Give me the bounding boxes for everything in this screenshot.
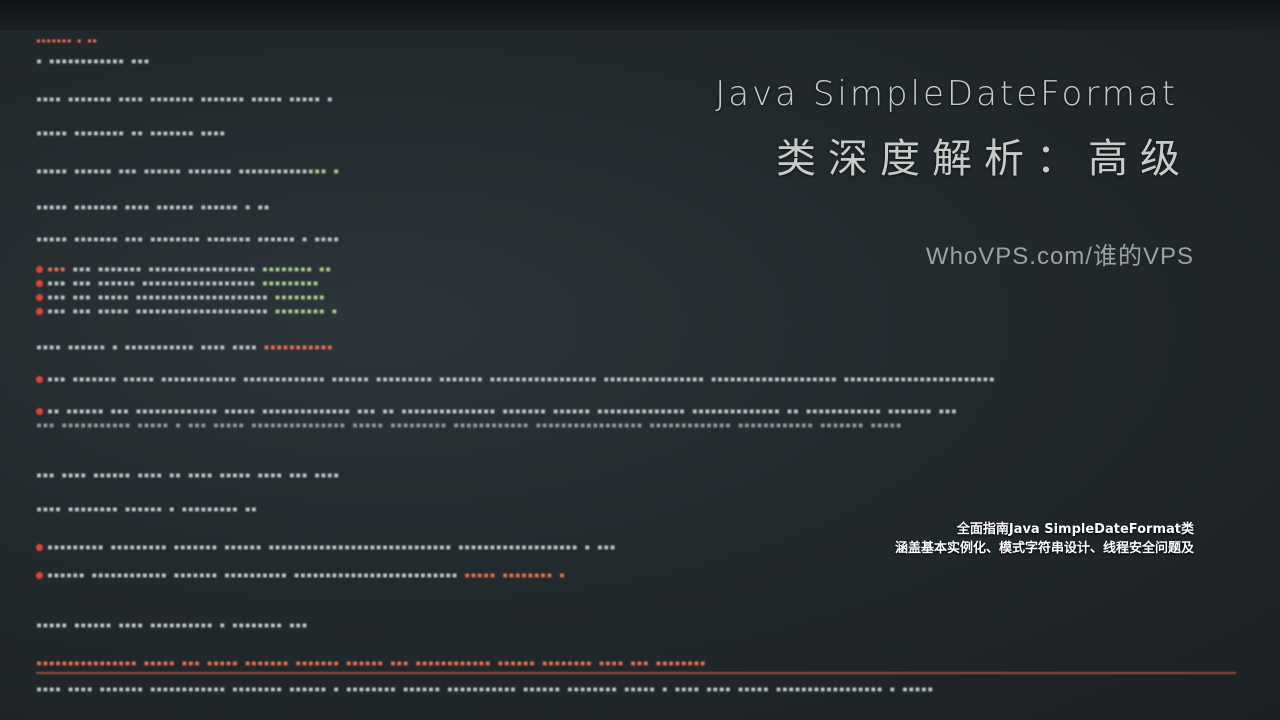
description-line-2: 涵盖基本实例化、模式字符串设计、线程安全问题及 <box>894 541 1194 556</box>
code-line: ▪▪ ▪▪▪▪▪▪ ▪▪▪ ▪▪▪▪▪▪▪▪▪▪▪▪▪ ▪▪▪▪▪ ▪▪▪▪▪▪… <box>36 406 957 417</box>
cover-image: ▪▪▪▪▪▪▪ ▪ ▪▪ ▪ ▪▪▪▪▪▪▪▪▪▪▪▪ ▪▪▪ ▪▪▪▪ ▪▪▪… <box>0 0 1280 720</box>
code-line: ▪▪▪ ▪▪▪ ▪▪▪▪▪ ▪▪▪▪▪▪▪▪▪▪▪▪▪▪▪▪▪▪▪▪▪ ▪▪▪▪… <box>36 306 338 317</box>
code-line: ▪▪▪▪▪ ▪▪▪▪▪▪ ▪▪▪ ▪▪▪▪▪▪ ▪▪▪▪▪▪▪ ▪▪▪▪▪▪▪▪… <box>36 166 340 177</box>
code-line: ▪▪▪▪▪ ▪▪▪▪▪▪▪ ▪▪▪ ▪▪▪▪▪▪▪▪ ▪▪▪▪▪▪▪ ▪▪▪▪▪… <box>36 234 340 245</box>
code-line: ▪▪▪ ▪▪▪▪▪▪▪▪▪▪▪ ▪▪▪▪▪ ▪ ▪▪▪ ▪▪▪▪▪ ▪▪▪▪▪▪… <box>36 420 902 431</box>
code-line: ▪ ▪▪▪▪▪▪▪▪▪▪▪▪ ▪▪▪ <box>36 56 150 67</box>
title-line-1: Java SimpleDateFormat <box>715 74 1178 114</box>
description-line-1: 全面指南Java SimpleDateFormat类 <box>956 522 1194 537</box>
code-line: ▪▪▪▪▪ ▪▪▪▪▪▪ ▪▪▪▪ ▪▪▪▪▪▪▪▪▪▪ ▪ ▪▪▪▪▪▪▪▪ … <box>36 620 308 631</box>
code-line: ▪▪▪ ▪▪▪ ▪▪▪▪▪▪▪ ▪▪▪▪▪▪▪▪▪▪▪▪▪▪▪▪▪ ▪▪▪▪▪▪… <box>36 264 331 275</box>
code-line: ▪▪▪ ▪▪▪ ▪▪▪▪▪ ▪▪▪▪▪▪▪▪▪▪▪▪▪▪▪▪▪▪▪▪▪ ▪▪▪▪… <box>36 292 325 303</box>
code-line: ▪▪▪ ▪▪▪▪ ▪▪▪▪▪▪ ▪▪▪▪ ▪▪ ▪▪▪▪ ▪▪▪▪▪ ▪▪▪▪ … <box>36 470 340 481</box>
title-line-2: 类深度解析：高级 <box>776 136 1192 182</box>
code-line: ▪▪▪ ▪▪▪▪▪▪▪ ▪▪▪▪▪ ▪▪▪▪▪▪▪▪▪▪▪▪ ▪▪▪▪▪▪▪▪▪… <box>36 374 995 385</box>
code-line: ▪▪▪▪ ▪▪▪▪▪▪ ▪ ▪▪▪▪▪▪▪▪▪▪▪ ▪▪▪▪ ▪▪▪▪ ▪▪▪▪… <box>36 342 334 353</box>
code-line: ▪▪▪▪▪ ▪▪▪▪▪▪▪ ▪▪▪▪ ▪▪▪▪▪▪ ▪▪▪▪▪▪ ▪ ▪▪ <box>36 202 270 213</box>
code-underline <box>36 672 1236 674</box>
code-line: ▪▪▪▪ ▪▪▪▪▪▪▪ ▪▪▪▪ ▪▪▪▪▪▪▪ ▪▪▪▪▪▪▪ ▪▪▪▪▪ … <box>36 94 334 105</box>
code-line: ▪▪▪▪▪▪▪ ▪ ▪▪ <box>36 36 98 45</box>
code-line: ▪▪▪▪ ▪▪▪▪▪▪▪▪ ▪▪▪▪▪▪ ▪ ▪▪▪▪▪▪▪▪▪ ▪▪ <box>36 504 258 515</box>
code-line: ▪▪▪▪▪▪ ▪▪▪▪▪▪▪▪▪▪▪▪ ▪▪▪▪▪▪▪ ▪▪▪▪▪▪▪▪▪▪ ▪… <box>36 570 565 581</box>
code-line: ▪▪▪▪▪▪▪▪▪▪▪▪▪▪▪▪ ▪▪▪▪▪ ▪▪▪ ▪▪▪▪▪ ▪▪▪▪▪▪▪… <box>36 658 706 669</box>
code-line: ▪▪▪▪▪ ▪▪▪▪▪▪▪▪ ▪▪ ▪▪▪▪▪▪▪ ▪▪▪▪ <box>36 128 226 139</box>
site-label: WhoVPS.com/谁的VPS <box>925 243 1194 270</box>
top-bar <box>0 0 1280 30</box>
code-line: ▪▪▪▪▪▪▪▪▪ ▪▪▪▪▪▪▪▪▪ ▪▪▪▪▪▪▪ ▪▪▪▪▪▪ ▪▪▪▪▪… <box>36 542 616 553</box>
code-line: ▪▪▪▪ ▪▪▪▪ ▪▪▪▪▪▪▪ ▪▪▪▪▪▪▪▪▪▪▪▪ ▪▪▪▪▪▪▪▪ … <box>36 684 934 695</box>
code-line: ▪▪▪ ▪▪▪ ▪▪▪▪▪▪ ▪▪▪▪▪▪▪▪▪▪▪▪▪▪▪▪▪▪ ▪▪▪▪▪▪… <box>36 278 319 289</box>
